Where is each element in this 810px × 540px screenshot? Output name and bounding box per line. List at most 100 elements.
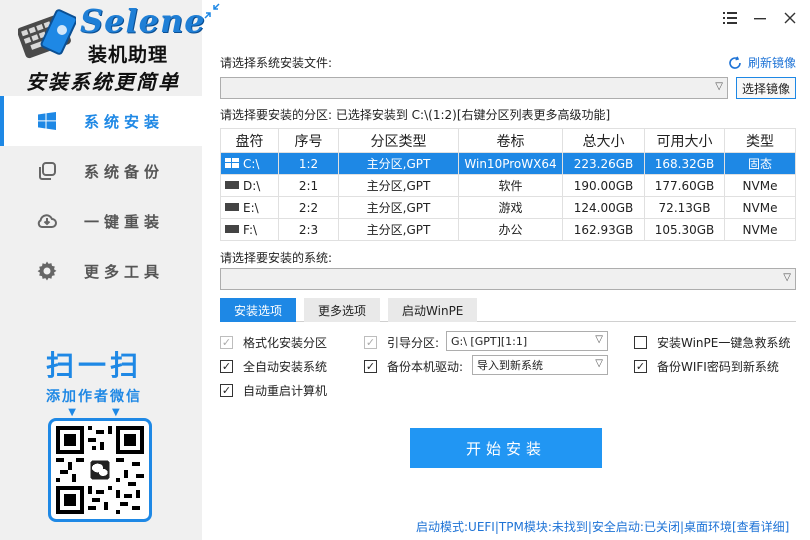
refresh-image-label: 刷新镜像 [747, 56, 796, 70]
promo-title: 扫一扫 [45, 349, 142, 382]
cell-media-type: NVMe [724, 218, 796, 241]
tab-more-options[interactable]: 更多选项 [304, 298, 381, 322]
check-icon: ✓ [634, 360, 647, 373]
windows-drive-icon [225, 158, 239, 168]
refresh-image-link[interactable]: 刷新镜像 [728, 54, 796, 71]
sidebar-item-label: 系统安装 [84, 112, 165, 131]
cell-index: 2:2 [278, 196, 339, 219]
col-free-size: 可用大小 [644, 128, 725, 153]
cell-drive: E:\ [220, 196, 279, 219]
image-file-combo[interactable]: ▽ [220, 77, 728, 99]
system-section-label: 请选择要安装的系统: [220, 251, 333, 265]
cell-media-type: NVMe [724, 174, 796, 197]
sidebar-item-label: 一键重装 [84, 212, 165, 231]
check-icon: ✓ [220, 384, 233, 397]
sidebar: Selene 装机助理 安装系统更简单 系统安装 系统备份 一键重装 更多工具 … [0, 0, 205, 540]
cell-total-size: 223.26GB [562, 152, 645, 175]
auto-restart-checkbox[interactable]: ✓ 自动重启计算机 [220, 382, 327, 399]
cell-volume: 游戏 [458, 196, 563, 219]
cell-partition-type: 主分区,GPT [338, 218, 459, 241]
backup-wifi-label: 备份WIFI密码到新系统 [657, 360, 779, 374]
qr-code-icon [56, 426, 144, 514]
check-icon: ✓ [220, 360, 233, 373]
cell-volume: Win10ProWX64 [458, 152, 563, 175]
cell-partition-type: 主分区,GPT [338, 196, 459, 219]
sidebar-item-system-install[interactable]: 系统安装 [0, 96, 202, 146]
cell-free-size: 72.13GB [644, 196, 725, 219]
sidebar-nav: 系统安装 系统备份 一键重装 更多工具 [0, 96, 202, 296]
cell-total-size: 190.00GB [562, 174, 645, 197]
cell-total-size: 124.00GB [562, 196, 645, 219]
winpe-rescue-checkbox[interactable]: 安装WinPE一键急救系统 [634, 334, 790, 351]
cell-volume: 办公 [458, 218, 563, 241]
tab-boot-winpe[interactable]: 启动WinPE [388, 298, 478, 322]
file-section-label: 请选择系统安装文件: [220, 56, 333, 70]
col-media-type: 类型 [724, 128, 796, 153]
cell-media-type: 固态 [724, 152, 796, 175]
collapse-arrows-icon[interactable] [204, 3, 220, 19]
cell-partition-type: 主分区,GPT [338, 152, 459, 175]
cell-index: 2:1 [278, 174, 339, 197]
backup-driver-checkbox[interactable]: ✓ 备份本机驱动: [364, 358, 463, 375]
boot-partition-checkbox[interactable]: ✓ 引导分区: [364, 334, 439, 351]
backup-driver-value: 导入到新系统 [477, 359, 543, 372]
menu-icon[interactable] [722, 10, 738, 26]
col-total-size: 总大小 [562, 128, 645, 153]
hard-drive-icon [225, 203, 239, 211]
format-partition-checkbox[interactable]: ✓ 格式化安装分区 [220, 334, 327, 351]
auto-install-checkbox[interactable]: ✓ 全自动安装系统 [220, 358, 327, 375]
close-icon[interactable] [782, 10, 798, 26]
check-icon: ✓ [364, 336, 377, 349]
promo-subtitle: 添加作者微信 [46, 389, 142, 405]
tab-install-options[interactable]: 安装选项 [220, 298, 297, 322]
keyboard-phone-logo-icon [18, 9, 76, 59]
format-partition-label: 格式化安装分区 [243, 336, 328, 350]
app-logo: Selene 装机助理 安装系统更简单 [0, 0, 205, 96]
copy-icon [36, 160, 58, 182]
boot-partition-value: G:\ [GPT][1:1] [451, 334, 528, 348]
winpe-rescue-label: 安装WinPE一键急救系统 [657, 336, 791, 350]
cell-partition-type: 主分区,GPT [338, 174, 459, 197]
minimize-icon[interactable] [752, 10, 768, 26]
table-row[interactable]: E:\ 2:2 主分区,GPT 游戏 124.00GB 72.13GB NVMe [220, 196, 796, 219]
table-row[interactable]: C:\ 1:2 主分区,GPT Win10ProWX64 223.26GB 16… [220, 152, 796, 175]
table-row[interactable]: D:\ 2:1 主分区,GPT 软件 190.00GB 177.60GB NVM… [220, 174, 796, 197]
cell-free-size: 177.60GB [644, 174, 725, 197]
sidebar-item-system-backup[interactable]: 系统备份 [0, 146, 202, 196]
browse-image-button[interactable]: 选择镜像 [736, 77, 796, 99]
partition-section-label: 请选择要安装的分区: 已选择安装到 C:\(1:2)[右键分区列表更多高级功能] [220, 108, 611, 122]
auto-restart-label: 自动重启计算机 [243, 384, 328, 398]
backup-driver-select[interactable]: 导入到新系统 ▽ [472, 355, 608, 375]
cell-free-size: 105.30GB [644, 218, 725, 241]
cell-drive: F:\ [220, 218, 279, 241]
col-volume: 卷标 [458, 128, 563, 153]
partition-table: 盘符 序号 分区类型 卷标 总大小 可用大小 类型 C:\ 1:2 主分区,GP… [220, 128, 796, 241]
status-text: 启动模式:UEFI|TPM模块:未找到|安全启动:已关闭|桌面环境 [416, 520, 732, 534]
table-header-row: 盘符 序号 分区类型 卷标 总大小 可用大小 类型 [220, 128, 796, 153]
sidebar-item-reinstall[interactable]: 一键重装 [0, 196, 202, 246]
system-select-combo[interactable]: ▽ [220, 268, 796, 290]
brand-slogan: 安装系统更简单 [26, 70, 180, 94]
start-install-button[interactable]: 开始安装 [410, 428, 602, 468]
check-icon: ✓ [364, 360, 377, 373]
col-drive: 盘符 [220, 128, 279, 153]
cell-index: 2:3 [278, 218, 339, 241]
cell-drive: D:\ [220, 174, 279, 197]
cell-drive: C:\ [220, 152, 279, 175]
boot-partition-label: 引导分区: [387, 336, 440, 350]
wechat-qr-code [48, 418, 152, 522]
check-icon: ✓ [220, 336, 233, 349]
table-row[interactable]: F:\ 2:3 主分区,GPT 办公 162.93GB 105.30GB NVM… [220, 218, 796, 241]
backup-wifi-checkbox[interactable]: ✓ 备份WIFI密码到新系统 [634, 358, 779, 375]
status-bar: 启动模式:UEFI|TPM模块:未找到|安全启动:已关闭|桌面环境[查看详细] [416, 518, 789, 535]
sidebar-item-more-tools[interactable]: 更多工具 [0, 246, 202, 296]
col-index: 序号 [278, 128, 339, 153]
hard-drive-icon [225, 225, 239, 233]
brand-name: Selene [80, 2, 206, 40]
cell-volume: 软件 [458, 174, 563, 197]
brand-subtitle: 装机助理 [88, 44, 169, 66]
boot-partition-select[interactable]: G:\ [GPT][1:1] ▽ [446, 331, 608, 351]
cell-media-type: NVMe [724, 196, 796, 219]
view-details-link[interactable]: [查看详细] [732, 520, 789, 534]
backup-driver-label: 备份本机驱动: [387, 360, 464, 374]
